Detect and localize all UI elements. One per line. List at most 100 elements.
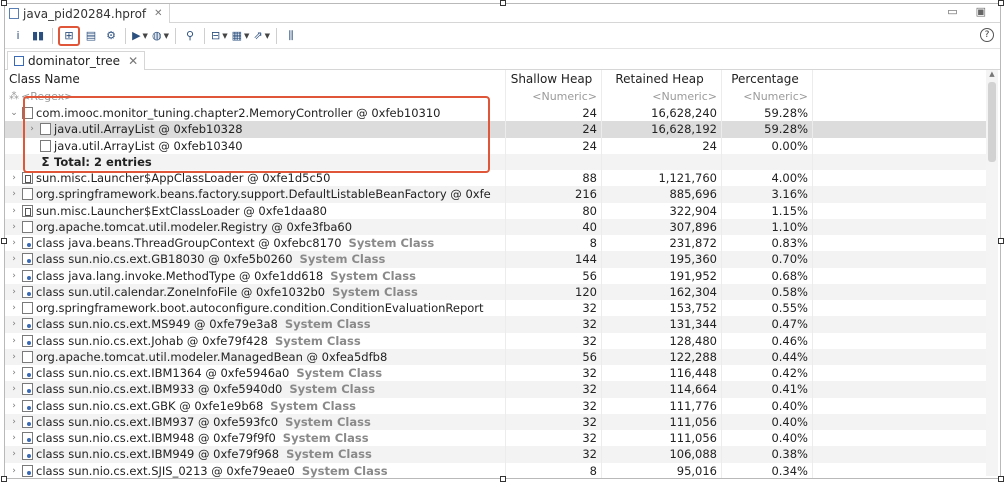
percentage-filter-input[interactable]: <Numeric>	[721, 88, 813, 105]
chevron-right-icon[interactable]: ›	[9, 384, 19, 394]
table-row[interactable]: › org.springframework.boot.autoconfigure.…	[5, 300, 993, 317]
table-row[interactable]: › class java.lang.invoke.MethodType @ 0xf…	[5, 267, 993, 284]
table-row[interactable]: › class sun.nio.cs.ext.SJIS_0213 @ 0xfe79…	[5, 462, 993, 478]
table-row[interactable]: ⌄ com.imooc.monitor_tuning.chapter2.Memor…	[5, 105, 993, 122]
column-header-retained-heap[interactable]: Retained Heap	[601, 70, 721, 88]
maximize-icon[interactable]: ▣	[976, 5, 986, 18]
chevron-right-icon[interactable]: ›	[9, 222, 19, 232]
table-row[interactable]: › class sun.nio.cs.ext.IBM1364 @ 0xfe5946…	[5, 365, 993, 382]
shallow-heap-cell: 32	[505, 381, 601, 398]
info-button[interactable]: i	[9, 26, 27, 46]
table-row[interactable]: › class sun.nio.cs.ext.IBM937 @ 0xfe593fc…	[5, 413, 993, 430]
thread-overview-button[interactable]: ⚙	[102, 26, 120, 46]
retained-filter-input[interactable]: <Numeric>	[601, 88, 721, 105]
column-header-percentage[interactable]: Percentage	[721, 70, 813, 88]
window-controls: ▭ ▣	[947, 5, 986, 18]
percentage-cell: 0.41%	[721, 381, 813, 398]
scroll-thumb[interactable]	[988, 82, 996, 162]
shallow-heap-cell: 88	[505, 170, 601, 187]
chevron-down-icon[interactable]: ▼	[244, 32, 249, 40]
chevron-right-icon[interactable]: ›	[9, 303, 19, 313]
percentage-cell: 0.40%	[721, 413, 813, 430]
table-row[interactable]: › class sun.nio.cs.ext.IBM948 @ 0xfe79f9f…	[5, 430, 993, 447]
table-row[interactable]: › class sun.nio.cs.ext.IBM949 @ 0xfe79f96…	[5, 446, 993, 463]
chevron-right-icon[interactable]: ›	[9, 466, 19, 476]
chevron-right-icon[interactable]: ›	[9, 449, 19, 459]
table-row[interactable]: › class sun.util.calendar.ZoneInfoFile @ …	[5, 283, 993, 300]
shallow-filter-input[interactable]: <Numeric>	[505, 88, 601, 105]
query-browser-button[interactable]: ◍ ▼	[151, 26, 170, 46]
table-row[interactable]: › class sun.nio.cs.ext.IBM933 @ 0xfe5940d…	[5, 381, 993, 398]
close-icon[interactable]: ✕	[154, 8, 162, 19]
columns-button[interactable]: ▦ ▼	[231, 26, 251, 46]
chevron-right-icon[interactable]: ›	[9, 173, 19, 183]
chevron-right-icon[interactable]: ›	[9, 189, 19, 199]
class-name-text: com.imooc.monitor_tuning.chapter2.Memory…	[36, 106, 441, 121]
close-icon[interactable]: ✕	[128, 54, 138, 68]
oql-button[interactable]: ▤	[82, 26, 100, 46]
chevron-down-icon[interactable]: ▼	[222, 32, 227, 40]
table-row[interactable]: › class sun.nio.cs.ext.GB18030 @ 0xfe5b02…	[5, 251, 993, 268]
scroll-up-icon[interactable]: ▲	[986, 70, 998, 80]
table-row[interactable]: › class sun.nio.cs.ext.Johab @ 0xfe79f428…	[5, 332, 993, 349]
retained-heap-cell: 1,121,760	[601, 170, 721, 187]
chevron-down-icon[interactable]: ⌄	[9, 108, 19, 118]
resize-handle[interactable]	[998, 0, 1004, 6]
table-row[interactable]: › class sun.nio.cs.ext.GBK @ 0xfe1e9b68 Sy…	[5, 397, 993, 414]
chevron-right-icon[interactable]: ›	[9, 336, 19, 346]
regex-filter-input[interactable]: <Regex>	[21, 90, 73, 103]
resize-handle[interactable]	[1, 0, 7, 6]
chevron-right-icon[interactable]: ›	[9, 206, 19, 216]
resize-handle[interactable]	[1, 238, 7, 244]
chevron-right-icon[interactable]: ›	[9, 417, 19, 427]
table-row[interactable]: › class java.beans.ThreadGroupContext @ 0…	[5, 235, 993, 252]
histogram-button[interactable]: ▮▮	[29, 26, 47, 46]
resize-handle[interactable]	[998, 476, 1004, 482]
chevron-right-icon[interactable]: ›	[27, 124, 37, 134]
retained-heap-cell: 191,952	[601, 267, 721, 284]
chevron-right-icon[interactable]: ›	[9, 271, 19, 281]
chevron-right-icon[interactable]: ›	[9, 238, 19, 248]
regex-filter-cell[interactable]: ⁂ <Regex>	[5, 88, 505, 105]
help-icon[interactable]: ?	[980, 28, 994, 42]
chevron-right-icon[interactable]: ›	[9, 254, 19, 264]
table-row[interactable]: › org.apache.tomcat.util.modeler.Registry…	[5, 218, 993, 235]
chevron-down-icon[interactable]: ▼	[143, 32, 148, 40]
class-name-cell: › class sun.nio.cs.ext.IBM937 @ 0xfe593fc…	[5, 414, 505, 430]
chevron-right-icon[interactable]: ›	[9, 319, 19, 329]
object-icon	[40, 123, 51, 136]
percentage-cell: 59.28%	[721, 121, 813, 138]
chevron-down-icon[interactable]: ▼	[164, 32, 169, 40]
tab-dominator-tree[interactable]: dominator_tree ✕	[7, 51, 146, 70]
resize-handle[interactable]	[500, 476, 506, 482]
chevron-right-icon[interactable]: ›	[9, 368, 19, 378]
calculate-retained-button[interactable]: ⫼	[282, 26, 300, 46]
group-by-button[interactable]: ⊟ ▼	[210, 26, 229, 46]
search-button[interactable]: ⚲	[181, 26, 199, 46]
dominator-tree-button[interactable]: ⊞	[58, 25, 80, 46]
table-row[interactable]: Σ Total: 2 entries	[5, 153, 993, 170]
table-row[interactable]: java.util.ArrayList @ 0xfeb10340 24 24 0.00…	[5, 137, 993, 154]
table-row[interactable]: › org.springframework.beans.factory.suppo…	[5, 186, 993, 203]
resize-handle[interactable]	[998, 238, 1004, 244]
chevron-right-icon[interactable]: ›	[9, 433, 19, 443]
class-name-cell: java.util.ArrayList @ 0xfeb10340	[5, 138, 505, 154]
editor-tab[interactable]: java_pid20284.hprof ✕	[5, 4, 170, 23]
chevron-down-icon[interactable]: ▼	[265, 32, 270, 40]
column-header-class-name[interactable]: Class Name	[5, 70, 505, 88]
chevron-right-icon[interactable]: ›	[9, 401, 19, 411]
table-row[interactable]: › org.apache.tomcat.util.modeler.ManagedB…	[5, 348, 993, 365]
table-row[interactable]: › class sun.nio.cs.ext.MS949 @ 0xfe79e3a8…	[5, 316, 993, 333]
chevron-right-icon[interactable]: ›	[9, 287, 19, 297]
column-header-shallow-heap[interactable]: Shallow Heap	[505, 70, 601, 88]
minimize-icon[interactable]: ▭	[947, 5, 957, 18]
run-report-button[interactable]: ▶ ▼	[131, 26, 149, 46]
export-button[interactable]: ⇗ ▼	[252, 26, 271, 46]
table-row[interactable]: › sun.misc.Launcher$AppClassLoader @ 0xfe…	[5, 170, 993, 187]
table-row[interactable]: › java.util.ArrayList @ 0xfeb10328 24 16,62…	[5, 121, 993, 138]
vertical-scrollbar[interactable]: ▲	[986, 70, 998, 476]
resize-handle[interactable]	[1, 476, 7, 482]
chevron-right-icon[interactable]: ›	[9, 352, 19, 362]
resize-handle[interactable]	[500, 0, 506, 6]
table-row[interactable]: › sun.misc.Launcher$ExtClassLoader @ 0xfe…	[5, 202, 993, 219]
